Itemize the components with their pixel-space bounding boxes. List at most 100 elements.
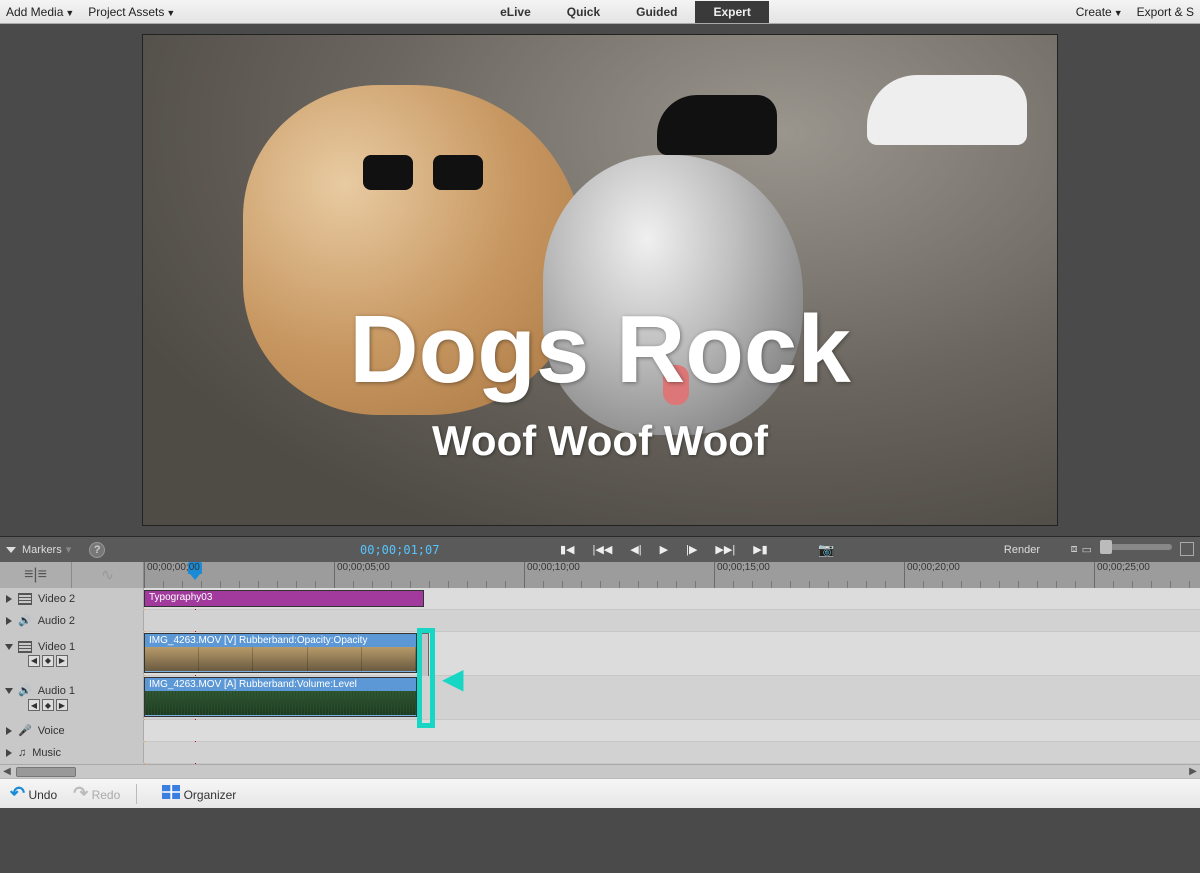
track-lane-voice[interactable] [144,720,1200,741]
audio-view-icon[interactable]: ∿ [72,562,144,588]
title-overlay: Dogs Rock [143,295,1057,405]
track-header-music[interactable]: Music [0,742,144,763]
track-label: Video 1 [38,641,75,653]
project-assets-menu[interactable]: Project Assets▼ [88,5,175,19]
clip-typography[interactable]: Typography03 [144,590,424,607]
redo-button: ↷ Redo [73,783,120,804]
timeline-horizontal-scrollbar[interactable]: ◀ ▶ [0,764,1200,778]
timeline-options-icon[interactable]: ≡|≡ [0,562,72,588]
organizer-label: Organizer [184,788,237,802]
clip-video1[interactable]: IMG_4263.MOV [V] Rubberband:Opacity:Opac… [144,633,417,673]
step-back-icon[interactable]: ◀| [630,543,641,556]
markers-menu[interactable]: Markers [22,544,62,556]
caret-down-icon: ▼ [1114,8,1123,18]
voice-track-icon [18,724,32,737]
create-menu[interactable]: Create▼ [1076,5,1123,19]
track-label: Audio 2 [38,615,75,627]
tab-elive[interactable]: eLive [482,1,549,23]
timeline-ruler-row: ≡|≡ ∿ 00;00;00;0000;00;05;0000;00;10;000… [0,562,1200,588]
track-lane-video1[interactable]: IMG_4263.MOV [V] Rubberband:Opacity:Opac… [144,632,1200,675]
timeline-ruler[interactable]: 00;00;00;00 00;00;05;00 00;00;10;00 00;00;1… [144,562,1200,588]
track-header-audio2[interactable]: Audio 2 [0,610,144,631]
caret-down-icon: ▼ [65,8,74,18]
track-lane-video2[interactable]: Typography03 [144,588,1200,609]
add-media-menu[interactable]: Add Media▼ [6,5,74,19]
caret-down-icon: ▼ [166,8,175,18]
tab-expert[interactable]: Expert [695,1,768,23]
expand-icon[interactable] [6,595,12,603]
ruler-tick: 00;00;05;00 [334,562,390,588]
video-track-icon [18,641,32,653]
goto-out-icon[interactable]: ▶▮ [753,543,768,556]
play-icon[interactable]: ▶ [660,543,668,556]
clip-thumbnails [145,647,416,671]
help-icon[interactable]: ? [89,542,105,558]
tab-guided[interactable]: Guided [618,1,695,23]
scroll-right-icon[interactable]: ▶ [1186,766,1200,777]
annotation-arrow-icon: ◀ [442,662,464,695]
timeline-tracks: Video 2 Typography03 Audio 2 Video 1 ◀◆▶… [0,588,1200,764]
annotation-highlight [417,628,435,728]
track-header-video1[interactable]: Video 1 ◀◆▶ [0,632,144,675]
render-button[interactable]: Render [1004,544,1040,556]
keyframe-nav[interactable]: ◀◆▶ [28,655,137,667]
scrollbar-thumb[interactable] [16,767,76,777]
clip-label: IMG_4263.MOV [V] Rubberband:Opacity:Opac… [145,634,416,647]
ruler-tick: 00;00;15;00 [714,562,770,588]
step-forward-icon[interactable]: |▶ [686,543,697,556]
collapse-icon[interactable] [5,644,13,650]
zoom-slider[interactable] [1100,544,1172,550]
preview-element [657,95,777,155]
preview-area: Dogs Rock Woof Woof Woof [0,24,1200,536]
expand-icon[interactable] [6,617,12,625]
scroll-left-icon[interactable]: ◀ [0,766,14,777]
keyframe-nav[interactable]: ◀◆▶ [28,699,137,711]
music-track-icon [18,747,26,759]
clip-label: Typography03 [145,591,423,604]
redo-label: Redo [92,788,121,802]
step-back-frame-icon[interactable]: |◀◀ [593,543,613,556]
track-label: Music [32,747,61,759]
ruler-tick: 00;00;20;00 [904,562,960,588]
track-lane-music[interactable] [144,742,1200,763]
video-preview[interactable]: Dogs Rock Woof Woof Woof [142,34,1058,526]
bottom-action-bar: ↶ Undo ↷ Redo Organizer [0,778,1200,808]
zoom-fit-icon[interactable] [1180,542,1194,556]
fullscreen-icon[interactable]: ▭ [1082,543,1092,556]
undo-label: Undo [28,788,57,802]
track-header-voice[interactable]: Voice [0,720,144,741]
track-lane-audio1[interactable]: IMG_4263.MOV [A] Rubberband:Volume:Level [144,676,1200,719]
ruler-tick: 00;00;25;00 [1094,562,1150,588]
track-lane-audio2[interactable] [144,610,1200,631]
disclose-icon[interactable] [6,547,16,553]
workspace-tabs: eLive Quick Guided Expert [175,1,1075,23]
track-header-audio1[interactable]: Audio 1 ◀◆▶ [0,676,144,719]
safe-margins-icon[interactable]: ⧈ [1071,543,1078,556]
caret-down-icon: ▾ [66,543,72,556]
transport-controls: ▮◀ |◀◀ ◀| ▶ |▶ ▶▶| ▶▮ [560,543,768,556]
export-menu[interactable]: Export & S [1137,5,1194,19]
clip-waveform [145,691,416,715]
expand-icon[interactable] [6,749,12,757]
audio-track-icon [18,614,32,627]
organizer-button[interactable]: Organizer [162,785,236,802]
goto-in-icon[interactable]: ▮◀ [560,543,575,556]
undo-button[interactable]: ↶ Undo [10,783,57,804]
snapshot-icon[interactable]: 📷 [818,542,834,558]
track-label: Video 2 [38,593,75,605]
track-header-video2[interactable]: Video 2 [0,588,144,609]
current-timecode[interactable]: 00;00;01;07 [360,543,439,557]
tab-quick[interactable]: Quick [549,1,618,23]
track-label: Audio 1 [38,685,75,697]
collapse-icon[interactable] [5,688,13,694]
video-track-icon [18,593,32,605]
step-forward-frame-icon[interactable]: ▶▶| [715,543,735,556]
clip-label: IMG_4263.MOV [A] Rubberband:Volume:Level [145,678,416,691]
organizer-icon [162,785,180,799]
ruler-tick: 00;00;10;00 [524,562,580,588]
ruler-tick: 00;00;00;00 [144,562,200,588]
playback-control-bar: Markers ▾ ? 00;00;01;07 ▮◀ |◀◀ ◀| ▶ |▶ ▶… [0,536,1200,562]
expand-icon[interactable] [6,727,12,735]
clip-audio1[interactable]: IMG_4263.MOV [A] Rubberband:Volume:Level [144,677,417,717]
subtitle-overlay: Woof Woof Woof [143,417,1057,465]
